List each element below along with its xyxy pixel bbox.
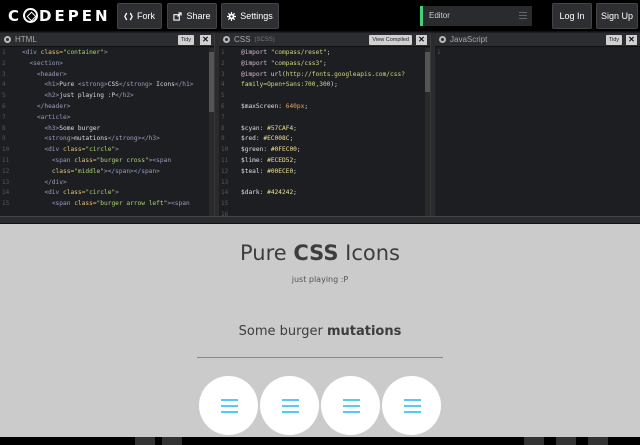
footer-button[interactable] (162, 437, 182, 445)
top-bar: C DEPEN Fork Share Settings Editor Log In… (0, 0, 640, 32)
html-line-numbers: 1 2 3 4 5 6 7 8 9 10 11 12 13 14 15 (0, 48, 20, 216)
login-label: Log In (559, 11, 585, 21)
footer-button[interactable] (135, 437, 155, 445)
line-number: 1 (2, 49, 6, 56)
line-number: 11 (221, 156, 229, 164)
codepen-logo[interactable]: C DEPEN (8, 7, 111, 25)
line-number: 10 (2, 146, 10, 154)
burger-circle-2[interactable] (260, 376, 319, 435)
footer-button[interactable] (588, 437, 608, 445)
fork-button[interactable]: Fork (117, 3, 162, 29)
fork-label: Fork (137, 11, 155, 21)
css-settings-gear-icon[interactable] (223, 36, 230, 43)
line-number: 5 (2, 92, 6, 100)
view-mode-value: Editor (429, 11, 450, 20)
line-number: 7 (2, 113, 6, 121)
css-close-icon[interactable]: ✕ (416, 35, 427, 45)
share-icon (173, 11, 183, 21)
line-number: 15 (2, 200, 10, 208)
line-number: 13 (221, 178, 229, 186)
line-number: 1 (221, 49, 225, 56)
html-editor-header: HTML Tidy ✕ (0, 33, 214, 47)
footer-bar (0, 437, 640, 445)
css-code[interactable]: @import "compass/reset"; @import "compas… (241, 48, 422, 199)
burger-icon (282, 398, 299, 413)
preview-subtitle: just playing :P (291, 275, 349, 284)
css-preprocessor-label: (SCSS) (254, 36, 275, 43)
codepen-app: C DEPEN Fork Share Settings Editor Log In… (0, 0, 640, 445)
line-number: 2 (2, 59, 6, 67)
js-editor-title: JavaScript (450, 35, 488, 44)
line-number: 15 (221, 200, 229, 208)
line-number: 14 (221, 189, 229, 197)
html-close-icon[interactable]: ✕ (200, 35, 211, 45)
editors-area: HTML Tidy ✕ 1 2 3 4 5 6 7 8 9 10 11 12 13 14 15 <div c… (0, 33, 640, 216)
css-editor-title: CSS (234, 35, 251, 44)
html-tidy-button[interactable]: Tidy (177, 35, 194, 45)
line-number: 12 (221, 167, 229, 175)
line-number: 3 (2, 70, 6, 78)
html-code[interactable]: <div class="container"> <section> <heade… (22, 48, 206, 210)
burger-circle-1[interactable] (199, 376, 258, 435)
line-number: 3 (221, 70, 225, 78)
css-editor: CSS (SCSS) View Compiled ✕ 1 2 3 4 5 6 7 8 9 10 11… (219, 33, 430, 216)
footer-button[interactable] (556, 437, 576, 445)
burger-icon (343, 398, 360, 413)
line-number: 5 (221, 92, 225, 100)
result-preview: Pure CSS Icons just playing :P Some burg… (0, 224, 640, 437)
logo-letters: DEPEN (39, 7, 111, 25)
signup-label: Sign Up (600, 11, 634, 21)
signup-button[interactable]: Sign Up (596, 3, 638, 29)
fork-icon (124, 12, 133, 20)
line-number: 6 (2, 102, 6, 110)
line-number: 8 (221, 124, 225, 132)
login-button[interactable]: Log In (552, 3, 592, 29)
js-settings-gear-icon[interactable] (439, 36, 446, 43)
gear-icon (227, 11, 237, 21)
preview-section-heading: Some burger mutations (238, 324, 402, 339)
burger-circle-3[interactable] (321, 376, 380, 435)
line-number: 11 (2, 156, 10, 164)
line-number: 1 (437, 49, 441, 56)
preview-title: Pure CSS Icons (240, 241, 400, 265)
footer-button[interactable] (524, 437, 544, 445)
logo-letter-c: C (8, 7, 23, 25)
menu-icon (519, 12, 527, 19)
settings-label: Settings (240, 11, 273, 21)
js-line-numbers: 1 (435, 48, 455, 216)
line-number: 6 (221, 102, 225, 110)
html-settings-gear-icon[interactable] (4, 36, 11, 43)
line-number: 2 (221, 59, 225, 67)
js-tidy-button[interactable]: Tidy (605, 35, 622, 45)
css-line-numbers: 1234567891011121314151617 (219, 48, 239, 216)
burger-circle-4[interactable] (382, 376, 441, 435)
line-number: 8 (2, 124, 6, 132)
share-button[interactable]: Share (167, 3, 217, 29)
css-editor-header: CSS (SCSS) View Compiled ✕ (219, 33, 430, 47)
line-number: 4 (221, 81, 225, 89)
js-editor-header: JavaScript Tidy ✕ (435, 33, 640, 47)
line-number: 13 (2, 178, 10, 186)
html-editor-title: HTML (15, 35, 37, 44)
html-editor: HTML Tidy ✕ 1 2 3 4 5 6 7 8 9 10 11 12 13 14 15 <div c… (0, 33, 214, 216)
js-editor: JavaScript Tidy ✕ 1 (435, 33, 640, 216)
share-label: Share (186, 11, 211, 21)
line-number: 14 (2, 189, 10, 197)
line-number: 7 (221, 113, 225, 121)
preview-divider (197, 357, 443, 358)
view-compiled-button[interactable]: View Compiled (369, 35, 412, 45)
js-close-icon[interactable]: ✕ (626, 35, 637, 45)
burger-icon (404, 398, 421, 413)
settings-button[interactable]: Settings (221, 3, 279, 29)
line-number: 9 (2, 135, 6, 143)
codepen-cube-icon (23, 8, 39, 23)
burger-icon (221, 398, 238, 413)
line-number: 4 (2, 81, 6, 89)
line-number: 12 (2, 167, 10, 175)
view-mode-select[interactable]: Editor (420, 6, 532, 26)
line-number: 9 (221, 135, 225, 143)
editor-preview-resizer[interactable] (0, 216, 640, 224)
line-number: 10 (221, 146, 229, 154)
